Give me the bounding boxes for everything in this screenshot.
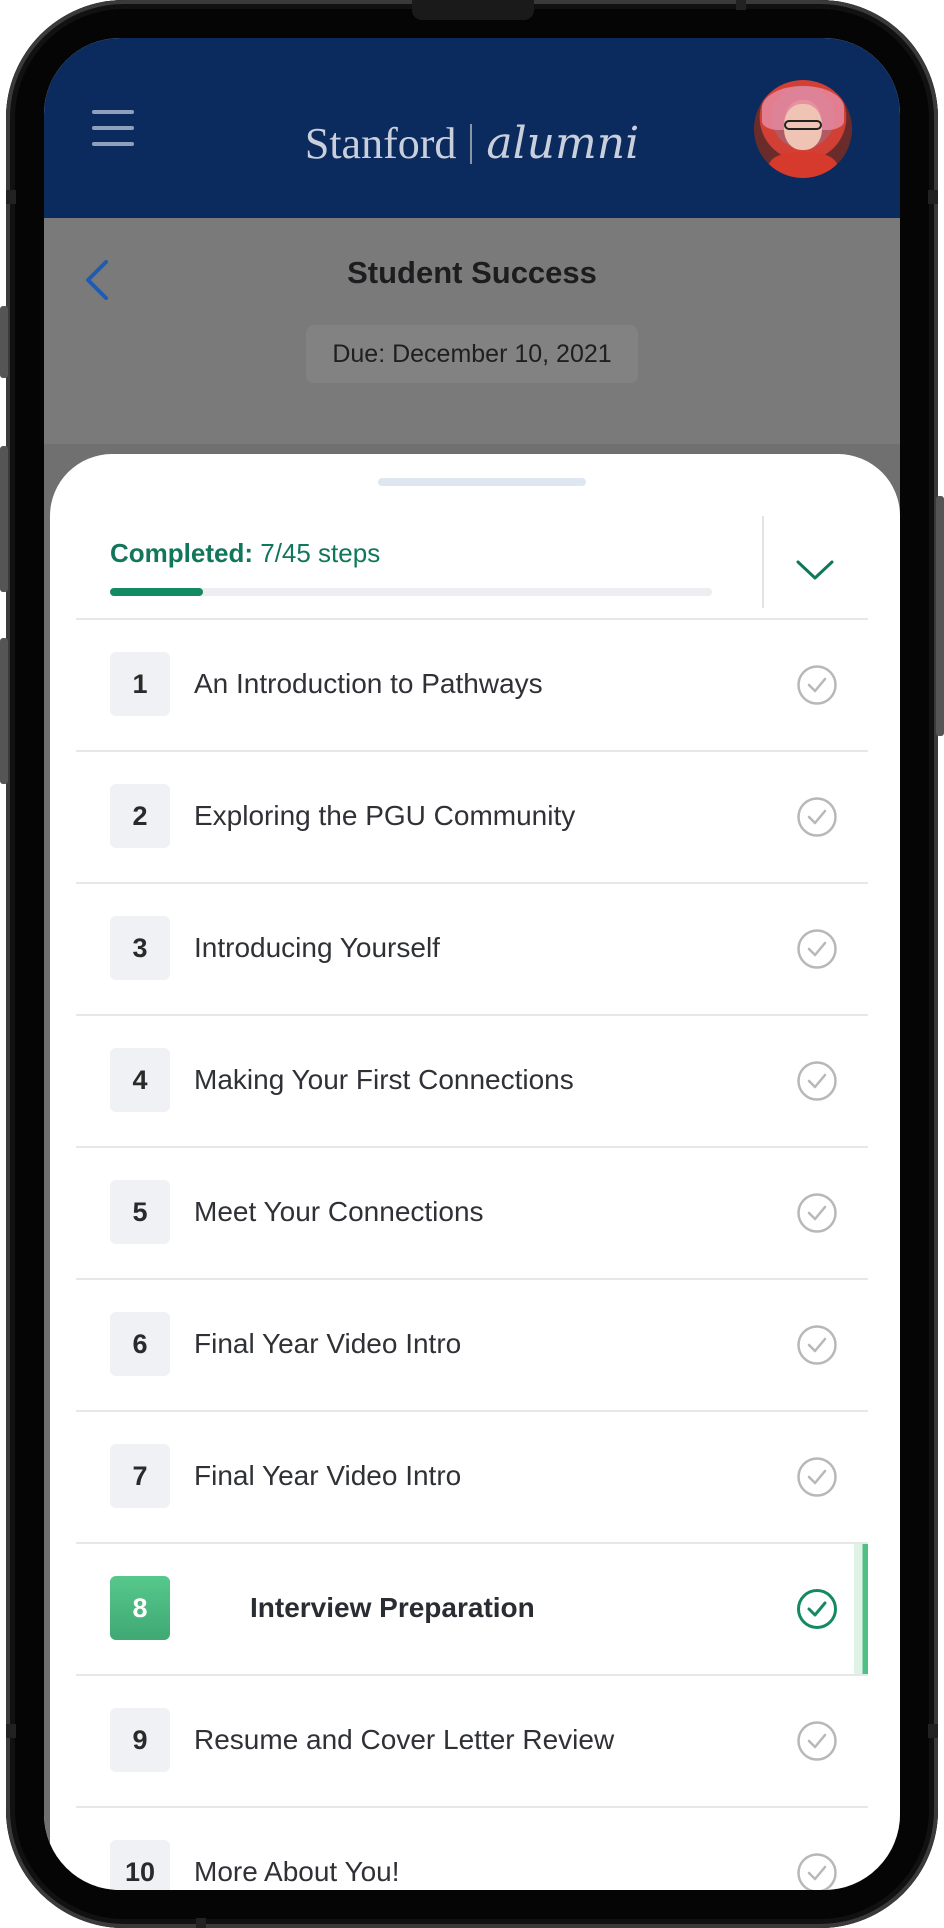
antenna-band [928, 1724, 938, 1738]
step-number: 5 [110, 1180, 170, 1244]
step-item[interactable]: 10 More About You! [76, 1806, 868, 1890]
step-item[interactable]: 3 Introducing Yourself [76, 882, 868, 1014]
step-item[interactable]: 9 Resume and Cover Letter Review [76, 1674, 868, 1806]
progress-value: 7/45 steps [260, 538, 381, 568]
step-title: Introducing Yourself [194, 932, 440, 963]
due-date-badge: Due: December 10, 2021 [306, 325, 638, 383]
steps-list: 1 An Introduction to Pathways 2 Explorin… [76, 618, 868, 1890]
step-item-active[interactable]: 8 Interview Preparation [76, 1542, 868, 1676]
step-number: 10 [110, 1840, 170, 1890]
step-number: 3 [110, 916, 170, 980]
speaker-grille [412, 0, 534, 20]
check-circle-icon[interactable] [796, 1456, 838, 1498]
power-button [936, 496, 944, 736]
avatar[interactable] [754, 80, 852, 178]
step-title: Interview Preparation [250, 1592, 535, 1623]
step-title: Making Your First Connections [194, 1064, 574, 1095]
check-circle-icon[interactable] [796, 1852, 838, 1890]
step-number: 2 [110, 784, 170, 848]
antenna-band [6, 190, 16, 204]
brand-separator [470, 123, 473, 164]
mute-switch [0, 306, 8, 378]
step-number: 9 [110, 1708, 170, 1772]
progress-track [110, 588, 712, 596]
check-circle-icon[interactable] [796, 1720, 838, 1762]
step-number: 1 [110, 652, 170, 716]
check-circle-icon[interactable] [796, 1060, 838, 1102]
brand-subtitle: alumni [486, 118, 640, 169]
check-circle-icon[interactable] [796, 928, 838, 970]
antenna-band [196, 1918, 206, 1928]
volume-up-button [0, 446, 8, 592]
active-step-indicator [854, 1544, 868, 1676]
step-title: Resume and Cover Letter Review [194, 1724, 615, 1755]
step-number: 6 [110, 1312, 170, 1376]
check-circle-icon[interactable] [796, 1588, 838, 1630]
check-circle-icon[interactable] [796, 664, 838, 706]
step-item[interactable]: 2 Exploring the PGU Community [76, 750, 868, 882]
progress-summary: Completed: 7/45 steps [110, 538, 712, 598]
step-number: 7 [110, 1444, 170, 1508]
sheet-drag-handle[interactable] [378, 478, 586, 486]
device-mockup: Stanford alumni Student Success Due: Dece… [0, 0, 944, 1928]
check-circle-icon[interactable] [796, 796, 838, 838]
header-divider [762, 516, 764, 608]
progress-label: Completed: [110, 538, 253, 568]
step-title: Final Year Video Intro [194, 1460, 462, 1491]
steps-bottom-sheet: Completed: 7/45 steps 1 An Introduction … [50, 454, 900, 1890]
step-number: 8 [110, 1576, 170, 1640]
step-item[interactable]: 1 An Introduction to Pathways [76, 618, 868, 750]
step-item[interactable]: 5 Meet Your Connections [76, 1146, 868, 1278]
brand-name: Stanford [304, 119, 457, 168]
antenna-band [736, 0, 746, 10]
app-header: Stanford alumni [44, 38, 900, 218]
antenna-band [928, 190, 938, 204]
step-item[interactable]: 4 Making Your First Connections [76, 1014, 868, 1146]
step-number: 4 [110, 1048, 170, 1112]
progress-fill [110, 588, 204, 596]
page-title: Student Success [347, 255, 597, 290]
progress-text: Completed: 7/45 steps [110, 538, 710, 569]
phone-screen: Stanford alumni Student Success Due: Dece… [44, 38, 900, 1890]
antenna-band [6, 1724, 16, 1738]
step-title: An Introduction to Pathways [194, 668, 543, 699]
step-title: Exploring the PGU Community [194, 800, 576, 831]
volume-down-button [0, 638, 8, 784]
step-item[interactable]: 6 Final Year Video Intro [76, 1278, 868, 1410]
check-circle-icon[interactable] [796, 1192, 838, 1234]
step-title: Meet Your Connections [194, 1196, 484, 1227]
chevron-down-icon [796, 560, 834, 580]
step-item[interactable]: 7 Final Year Video Intro [76, 1410, 868, 1542]
step-title: More About You! [194, 1856, 400, 1887]
check-circle-icon[interactable] [796, 1324, 838, 1366]
collapse-button[interactable] [780, 540, 850, 600]
step-title: Final Year Video Intro [194, 1328, 462, 1359]
